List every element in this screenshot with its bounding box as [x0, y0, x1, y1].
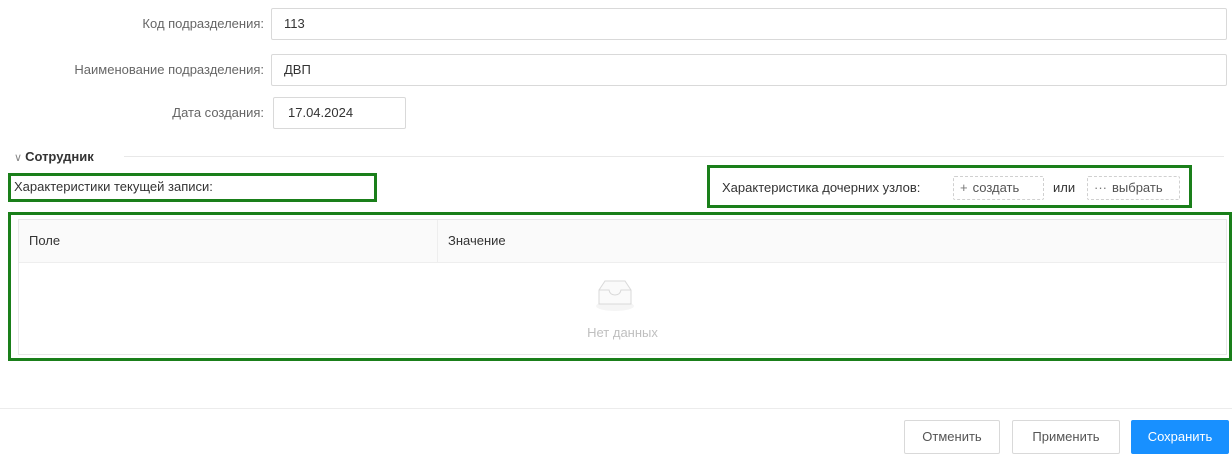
column-header-field[interactable]: Поле	[29, 220, 60, 262]
current-record-label: Характеристики текущей записи:	[14, 179, 213, 194]
plus-icon: +	[960, 180, 968, 195]
child-nodes-label: Характеристика дочерних узлов:	[722, 180, 921, 195]
characteristics-table: Поле Значение Нет данных	[18, 219, 1227, 355]
name-label: Наименование подразделения:	[74, 62, 264, 77]
column-header-value[interactable]: Значение	[448, 220, 506, 262]
code-field[interactable]: 113	[271, 8, 1227, 40]
column-separator	[437, 220, 438, 262]
date-label: Дата создания:	[172, 105, 264, 120]
empty-text: Нет данных	[587, 325, 658, 340]
code-label: Код подразделения:	[142, 16, 264, 31]
section-title: Сотрудник	[25, 149, 94, 164]
footer-divider	[0, 408, 1232, 409]
create-label: создать	[972, 180, 1020, 195]
table-header: Поле Значение	[19, 220, 1226, 263]
select-label: выбрать	[1112, 180, 1163, 195]
name-field[interactable]: ДВП	[271, 54, 1227, 86]
cancel-button[interactable]: Отменить	[904, 420, 1000, 454]
ellipsis-icon: ···	[1094, 180, 1107, 195]
section-toggle[interactable]: ∨ Сотрудник	[14, 148, 94, 166]
section-divider	[124, 156, 1224, 157]
or-label: или	[1053, 180, 1076, 195]
select-button[interactable]: ··· выбрать	[1087, 176, 1180, 200]
apply-button[interactable]: Применить	[1012, 420, 1120, 454]
chevron-down-icon: ∨	[14, 152, 23, 164]
save-button[interactable]: Сохранить	[1131, 420, 1229, 454]
create-button[interactable]: + создать	[953, 176, 1044, 200]
date-field[interactable]: 17.04.2024	[273, 97, 406, 129]
inbox-icon	[596, 280, 634, 311]
